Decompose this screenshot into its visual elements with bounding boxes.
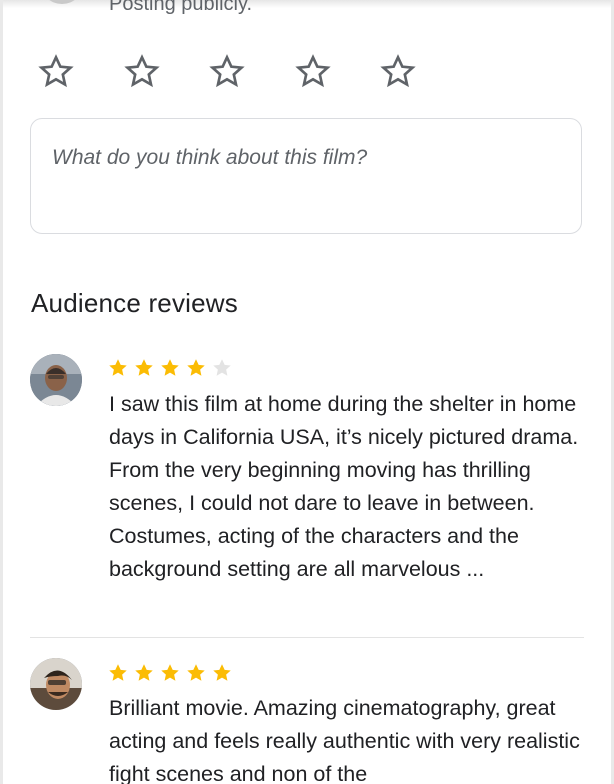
star-outline-icon (209, 54, 245, 88)
review-divider (30, 637, 584, 638)
star-outline-icon (38, 54, 74, 88)
star-filled-icon (213, 664, 231, 681)
rate-star-4[interactable] (293, 52, 333, 92)
star-filled-icon (187, 359, 205, 376)
star-outline-icon (295, 54, 331, 88)
review-input-placeholder: What do you think about this film? (52, 146, 368, 169)
rate-star-5[interactable] (378, 52, 418, 92)
rate-star-3[interactable] (207, 52, 247, 92)
star-filled-icon (135, 664, 153, 681)
star-empty-icon (213, 359, 231, 376)
rate-star-2[interactable] (122, 52, 162, 92)
star-filled-icon (161, 359, 179, 376)
posting-publicly-label: Posting publicly. (109, 0, 253, 15)
review-rating (107, 662, 233, 684)
left-edge (0, 0, 3, 784)
star-outline-icon (124, 54, 160, 88)
review-text: Brilliant movie. Amazing cinematography,… (109, 696, 580, 784)
star-filled-icon (135, 359, 153, 376)
star-filled-icon (109, 664, 127, 681)
star-outline-icon (380, 54, 416, 88)
star-filled-icon (161, 664, 179, 681)
review-text-input[interactable]: What do you think about this film? (30, 118, 582, 234)
reviewer-avatar (30, 658, 82, 710)
star-filled-icon (109, 359, 127, 376)
audience-reviews-heading: Audience reviews (31, 288, 238, 318)
review-text: I saw this film at home during the shelt… (109, 392, 579, 581)
star-filled-icon (187, 664, 205, 681)
page: Posting publicly. What do you think abou… (0, 0, 614, 784)
reviewer-avatar (30, 354, 82, 406)
top-shadow (0, 0, 614, 8)
review-rating (107, 357, 233, 379)
rate-star-1[interactable] (36, 52, 76, 92)
rating-input (36, 52, 436, 92)
